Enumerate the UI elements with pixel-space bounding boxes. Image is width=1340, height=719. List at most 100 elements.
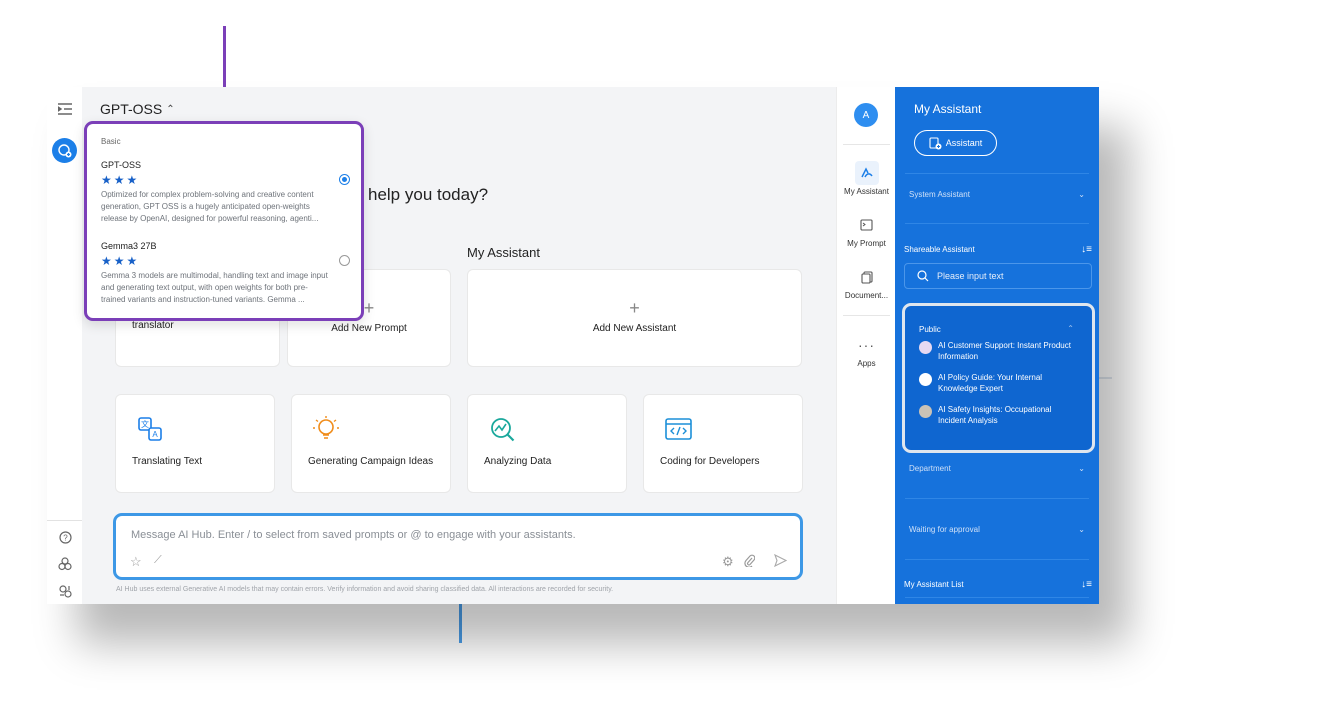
add-new-assistant-label: Add New Assistant	[592, 323, 677, 334]
section-label: Shareable Assistant	[904, 245, 975, 254]
settings-group-icon[interactable]	[55, 581, 75, 601]
waiting-approval-section[interactable]: Waiting for approval ⌄	[909, 525, 1085, 534]
panel-divider	[905, 597, 1089, 598]
add-assistant-icon	[929, 136, 942, 149]
nav-divider	[843, 315, 890, 316]
svg-text:文: 文	[141, 419, 149, 429]
left-rail: ?	[47, 87, 82, 604]
message-composer[interactable]: Message AI Hub. Enter / to select from s…	[113, 513, 803, 580]
composer-placeholder: Message AI Hub. Enter / to select from s…	[131, 529, 576, 541]
model-option-gemma3[interactable]: Gemma3 27B ★★★ Gemma 3 models are multim…	[101, 241, 351, 306]
community-icon[interactable]	[55, 554, 75, 574]
document-icon	[855, 265, 879, 289]
add-assistant-button[interactable]: Assistant	[914, 130, 997, 156]
nav-my-assistant[interactable]: My Assistant	[837, 161, 896, 196]
star-icon[interactable]: ☆	[130, 554, 142, 570]
feature-card-campaign[interactable]: Generating Campaign Ideas	[291, 394, 451, 493]
model-option-name: Gemma3 27B	[101, 241, 157, 251]
feature-label: Analyzing Data	[484, 456, 552, 467]
svg-text:?: ?	[63, 533, 68, 542]
model-option-description: Optimized for complex problem-solving an…	[101, 190, 319, 223]
assistant-name: AI Policy Guide: Your Internal Knowledge…	[938, 373, 1043, 393]
assistant-avatar-icon	[919, 373, 932, 386]
prompt-icon	[855, 213, 879, 237]
radio-unselected[interactable]	[339, 255, 350, 266]
new-chat-button[interactable]	[52, 138, 77, 163]
model-dropdown: Basic GPT-OSS ★★★ Optimized for complex …	[84, 121, 364, 321]
feature-label: Generating Campaign Ideas	[308, 456, 434, 467]
greeting-text: help you today?	[368, 185, 489, 204]
svg-text:A: A	[152, 430, 158, 439]
chevron-up-icon: ⌃	[166, 103, 175, 115]
assistant-panel: My Assistant Assistant System Assistant …	[895, 87, 1099, 604]
analytics-icon	[491, 418, 515, 442]
more-dots-icon: ···	[858, 337, 875, 353]
model-option-gpt-oss[interactable]: GPT-OSS ★★★ Optimized for complex proble…	[101, 160, 351, 225]
secondary-nav: A My Assistant My Prompt Document... ···…	[836, 87, 895, 604]
sort-icon[interactable]: ↓≡	[1081, 244, 1092, 255]
send-icon[interactable]	[774, 553, 788, 570]
system-assistant-section[interactable]: System Assistant ⌄	[909, 190, 1085, 199]
feature-label: Coding for Developers	[660, 456, 760, 467]
rating-stars: ★★★	[101, 173, 140, 187]
section-label: My Assistant List	[904, 580, 964, 589]
radio-selected[interactable]	[339, 174, 350, 185]
chevron-down-icon: ⌄	[1078, 525, 1085, 534]
sort-icon[interactable]: ↓≡	[1081, 579, 1092, 590]
search-icon	[917, 270, 929, 282]
lightbulb-icon	[313, 416, 339, 439]
model-name: GPT-OSS	[100, 101, 163, 117]
public-assistant-item[interactable]: AI Safety Insights: Occupational Inciden…	[919, 404, 1079, 426]
panel-divider	[905, 223, 1089, 224]
dropdown-group-label: Basic	[101, 137, 121, 146]
model-option-description: Gemma 3 models are multimodal, handling …	[101, 271, 328, 304]
nav-apps[interactable]: ··· Apps	[837, 333, 896, 368]
attachment-icon[interactable]	[744, 554, 756, 570]
nav-label: My Prompt	[847, 239, 886, 248]
public-assistant-item[interactable]: AI Policy Guide: Your Internal Knowledge…	[919, 372, 1079, 394]
department-section[interactable]: Department ⌄	[909, 464, 1085, 473]
assistant-name: AI Customer Support: Instant Product Inf…	[938, 341, 1071, 361]
rating-stars: ★★★	[101, 254, 140, 268]
public-assistant-group: Public ⌃ AI Customer Support: Instant Pr…	[902, 303, 1095, 453]
nav-my-prompt[interactable]: My Prompt	[837, 213, 896, 248]
section-label: Department	[909, 464, 951, 473]
chevron-down-icon: ⌄	[1078, 464, 1085, 473]
panel-divider	[905, 559, 1089, 560]
shareable-assistant-section[interactable]: Shareable Assistant ↓≡	[904, 244, 1092, 255]
my-assistant-list-section[interactable]: My Assistant List ↓≡	[904, 579, 1092, 590]
nav-divider	[843, 144, 890, 145]
help-icon[interactable]: ?	[55, 527, 75, 547]
assistant-search-input[interactable]: Please input text	[904, 263, 1092, 289]
nav-label: My Assistant	[844, 187, 889, 196]
settings-icon[interactable]: ⚙	[722, 554, 734, 570]
feature-card-coding[interactable]: Coding for Developers	[643, 394, 803, 493]
section-label: Waiting for approval	[909, 525, 980, 534]
add-new-assistant-card[interactable]: + Add New Assistant	[467, 269, 802, 367]
feature-card-analyzing[interactable]: Analyzing Data	[467, 394, 627, 493]
expand-sidebar-icon[interactable]	[55, 99, 75, 119]
assistant-icon	[854, 161, 879, 185]
magic-wand-icon[interactable]: ⟋	[154, 554, 162, 567]
rail-divider	[47, 520, 82, 521]
code-icon	[665, 418, 692, 440]
public-heading[interactable]: Public	[919, 325, 941, 334]
feature-card-translating[interactable]: 文A Translating Text	[115, 394, 275, 493]
chevron-down-icon: ⌄	[1078, 190, 1085, 199]
panel-title: My Assistant	[914, 102, 982, 116]
assistant-avatar-icon	[919, 341, 932, 354]
model-option-name: GPT-OSS	[101, 160, 142, 170]
chevron-up-icon[interactable]: ⌃	[1067, 324, 1074, 333]
nav-label: Document...	[844, 291, 889, 300]
section-label: System Assistant	[909, 190, 970, 199]
nav-document[interactable]: Document...	[837, 265, 896, 300]
assistant-name: AI Safety Insights: Occupational Inciden…	[938, 405, 1052, 425]
user-avatar[interactable]: A	[854, 103, 878, 127]
model-selector[interactable]: GPT-OSS ⌃	[100, 101, 175, 117]
panel-divider	[905, 498, 1089, 499]
panel-divider	[905, 173, 1089, 174]
public-assistant-item[interactable]: AI Customer Support: Instant Product Inf…	[919, 340, 1079, 362]
nav-label: Apps	[857, 359, 876, 368]
chat-plus-icon	[57, 143, 71, 157]
prompt-card-label: translator	[132, 320, 174, 331]
